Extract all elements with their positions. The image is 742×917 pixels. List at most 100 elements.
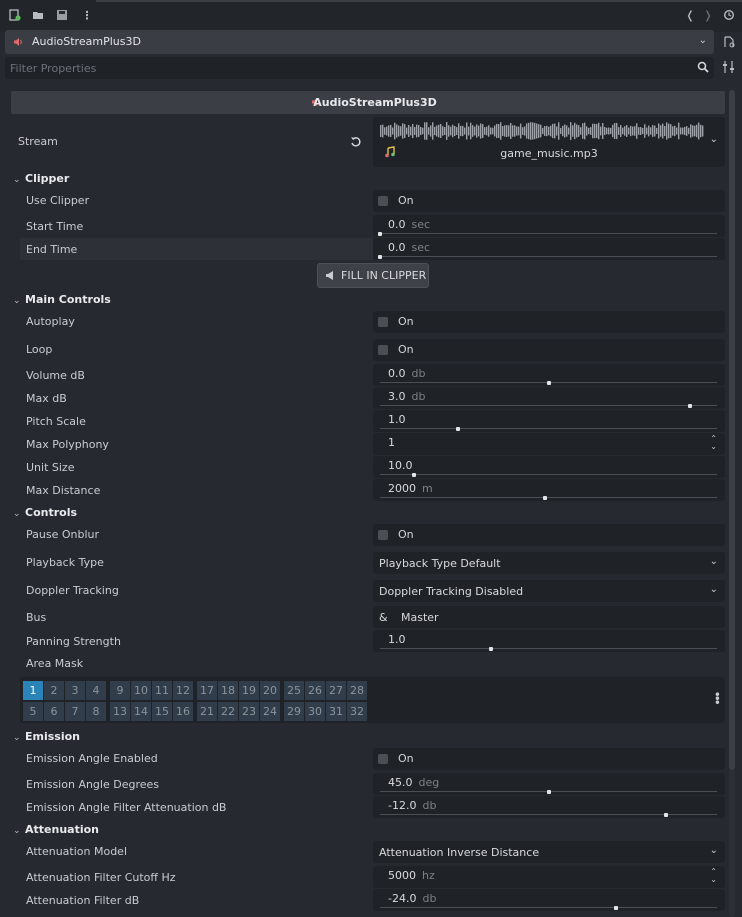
area-mask-bit-6[interactable]: 6 [44, 702, 64, 721]
slider-grabber[interactable] [378, 255, 382, 259]
section-attenuation[interactable]: ⌄ Attenuation [13, 823, 99, 836]
unit-size-slider[interactable]: 10.0 [373, 456, 725, 478]
area-mask-bit-21[interactable]: 21 [197, 702, 217, 721]
revert-icon[interactable] [350, 136, 362, 148]
area-mask-bit-25[interactable]: 25 [284, 681, 304, 700]
node-selector[interactable]: AudioStreamPlus3D ⌄ [5, 30, 714, 54]
max-polyphony-spinbox[interactable]: 1 ⌃ ⌄ [373, 433, 725, 455]
area-mask-bit-23[interactable]: 23 [239, 702, 259, 721]
area-mask-bit-3[interactable]: 3 [65, 681, 85, 700]
max-distance-slider[interactable]: 2000 m [373, 479, 725, 501]
waveform-bar [476, 124, 478, 138]
area-mask-bit-19[interactable]: 19 [239, 681, 259, 700]
waveform-bar [556, 126, 558, 136]
use-clipper-checkbox[interactable]: On [373, 190, 725, 212]
area-mask-bit-20[interactable]: 20 [260, 681, 280, 700]
attenuation-filter-cutoff-hz-spinbox[interactable]: 5000 hz ⌃ ⌄ [373, 866, 725, 888]
playback-type-dropdown[interactable]: Playback Type Default ⌄ [373, 552, 725, 574]
loop-checkbox[interactable]: On [373, 339, 725, 361]
slider-grabber[interactable] [664, 813, 669, 817]
area-mask-bit-4[interactable]: 4 [86, 681, 106, 700]
section-controls[interactable]: ⌄ Controls [13, 506, 77, 519]
more-options-icon[interactable]: • • • [714, 689, 721, 709]
waveform-bar [688, 127, 690, 135]
slider-grabber[interactable] [688, 404, 693, 408]
area-mask-bit-29[interactable]: 29 [284, 702, 304, 721]
slider-grabber[interactable] [546, 381, 551, 385]
bus-selector[interactable]: & Master [373, 606, 725, 628]
stream-resource-picker[interactable]: game_music.mp3 ⌄ [373, 117, 725, 167]
area-mask-bit-14[interactable]: 14 [131, 702, 151, 721]
waveform-bar [412, 123, 414, 139]
attenuation-filter-db-slider[interactable]: -24.0 db [373, 889, 725, 911]
area-mask-bit-24[interactable]: 24 [260, 702, 280, 721]
area-mask-bit-17[interactable]: 17 [197, 681, 217, 700]
area-mask-bit-22[interactable]: 22 [218, 702, 238, 721]
scrollbar-thumb[interactable] [729, 90, 735, 770]
area-mask-bit-31[interactable]: 31 [326, 702, 346, 721]
slider-grabber[interactable] [411, 473, 416, 477]
more-options-icon[interactable]: ⋮ [80, 9, 94, 23]
area-mask-bit-32[interactable]: 32 [347, 702, 367, 721]
area-mask-bit-9[interactable]: 9 [110, 681, 130, 700]
start-time-slider[interactable]: 0.0 sec [373, 215, 725, 237]
spin-arrows-icon[interactable]: ⌃ ⌄ [710, 868, 717, 884]
filter-input[interactable] [10, 60, 680, 76]
area-mask-bit-27[interactable]: 27 [326, 681, 346, 700]
area-mask-bit-10[interactable]: 10 [131, 681, 151, 700]
waveform-bar [546, 125, 548, 137]
chevron-down-icon[interactable]: ⌄ [710, 134, 718, 145]
history-forward-icon[interactable]: ❭ [701, 9, 715, 23]
autoplay-checkbox[interactable]: On [373, 311, 725, 333]
slider-grabber[interactable] [455, 427, 460, 431]
area-mask-bit-2[interactable]: 2 [44, 681, 64, 700]
waveform-bar [694, 125, 696, 137]
fill-in-clipper-button[interactable]: FILL IN CLIPPER [317, 263, 429, 288]
doppler-tracking-label: Doppler Tracking [26, 584, 119, 597]
section-clipper[interactable]: ⌄ Clipper [13, 172, 69, 185]
area-mask-bit-18[interactable]: 18 [218, 681, 238, 700]
node-info-icon[interactable] [722, 34, 736, 50]
end-time-slider[interactable]: 0.0 sec [373, 238, 725, 260]
new-resource-icon[interactable] [8, 9, 22, 23]
area-mask-bit-26[interactable]: 26 [305, 681, 325, 700]
volume-db-slider[interactable]: 0.0 db [373, 364, 725, 386]
slider-grabber[interactable] [543, 496, 548, 500]
section-emission[interactable]: ⌄ Emission [13, 730, 80, 743]
area-mask-bit-7[interactable]: 7 [65, 702, 85, 721]
area-mask-bit-15[interactable]: 15 [152, 702, 172, 721]
pause-onblur-checkbox[interactable]: On [373, 524, 725, 546]
waveform-bar [406, 127, 408, 135]
doppler-tracking-dropdown[interactable]: Doppler Tracking Disabled ⌄ [373, 580, 725, 602]
attenuation-model-dropdown[interactable]: Attenuation Inverse Distance ⌄ [373, 841, 725, 863]
area-mask-bit-30[interactable]: 30 [305, 702, 325, 721]
save-icon[interactable] [55, 9, 69, 23]
area-mask-bit-8[interactable]: 8 [86, 702, 106, 721]
area-mask-bit-16[interactable]: 16 [173, 702, 193, 721]
history-back-icon[interactable]: ❬ [683, 9, 697, 23]
pitch-scale-slider[interactable]: 1.0 [373, 410, 725, 432]
emission-angle-filter-attenuation-db-slider[interactable]: -12.0 db [373, 796, 725, 818]
spin-arrows-icon[interactable]: ⌃ ⌄ [710, 435, 717, 451]
area-mask-bit-28[interactable]: 28 [347, 681, 367, 700]
section-main-controls[interactable]: ⌄ Main Controls [13, 293, 111, 306]
area-mask-bit-11[interactable]: 11 [152, 681, 172, 700]
emission-angle-enabled-checkbox[interactable]: On [373, 748, 725, 770]
property-settings-icon[interactable] [722, 60, 736, 74]
slider-grabber[interactable] [613, 906, 618, 910]
open-folder-icon[interactable] [31, 9, 45, 23]
max-db-slider[interactable]: 3.0 db [373, 387, 725, 409]
slider-grabber[interactable] [489, 647, 494, 651]
area-mask-bit-5[interactable]: 5 [23, 702, 43, 721]
waveform-bar [552, 123, 554, 139]
waveform-bar [560, 127, 562, 135]
emission-angle-degrees-slider[interactable]: 45.0 deg [373, 773, 725, 795]
area-mask-bit-13[interactable]: 13 [110, 702, 130, 721]
slider-grabber[interactable] [378, 232, 382, 236]
waveform-bar [600, 126, 602, 136]
area-mask-bit-12[interactable]: 12 [173, 681, 193, 700]
slider-grabber[interactable] [546, 790, 551, 794]
area-mask-bit-1[interactable]: 1 [23, 681, 43, 700]
object-history-icon[interactable] [722, 9, 736, 23]
panning-strength-slider[interactable]: 1.0 [373, 630, 725, 652]
